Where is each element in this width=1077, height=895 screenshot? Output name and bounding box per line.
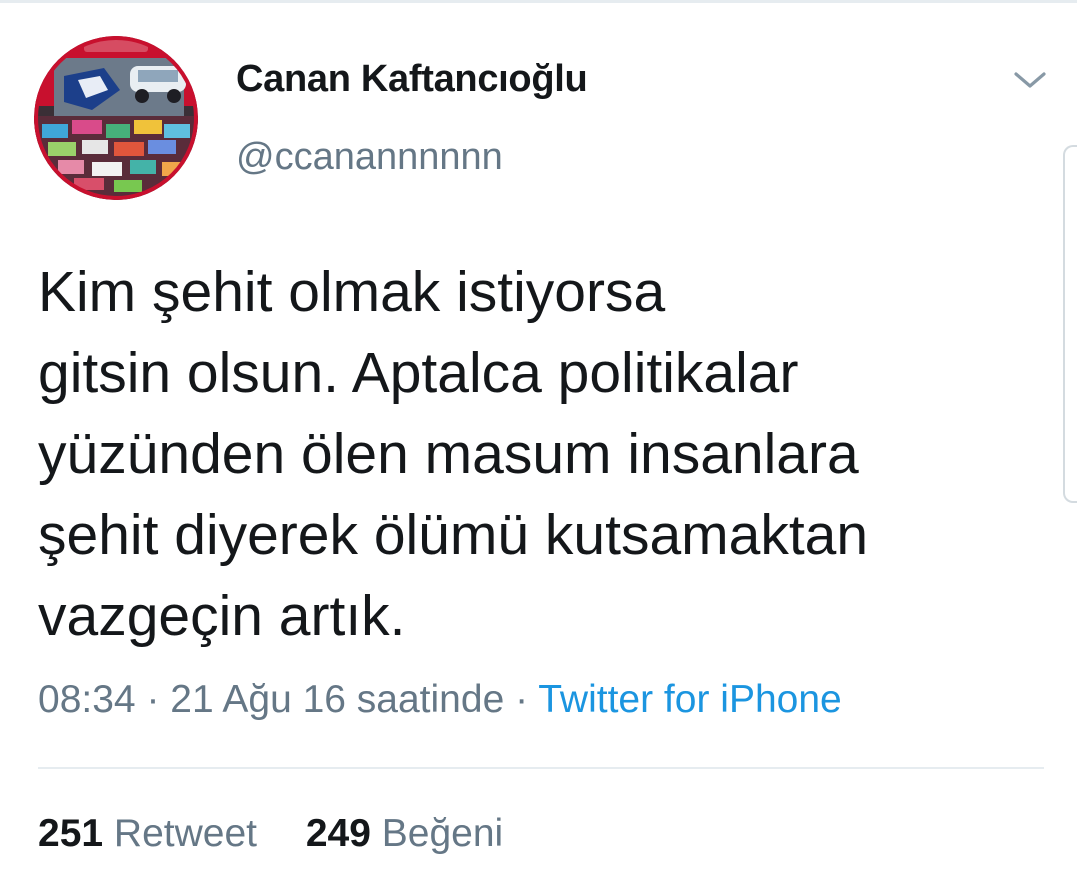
chevron-down-icon bbox=[1014, 72, 1046, 88]
like-label: Beğeni bbox=[381, 812, 504, 855]
tweet-text-line: yüzünden ölen masum insanlara bbox=[38, 422, 859, 486]
tweet-text: Kim şehit olmak istiyorsa gitsin olsun. … bbox=[38, 252, 1038, 657]
tweet-text-line: vazgeçin artık. bbox=[38, 584, 406, 648]
tweet-text-line: gitsin olsun. Aptalca politikalar bbox=[38, 341, 799, 405]
retweet-stat[interactable]: 251 Retweet bbox=[38, 812, 257, 855]
author-handle[interactable]: @ccanannnnnn bbox=[236, 136, 503, 179]
tweet-source-link[interactable]: Twitter for iPhone bbox=[538, 678, 841, 721]
like-count: 249 bbox=[305, 812, 371, 855]
tweet-time[interactable]: 08:34 bbox=[38, 678, 136, 721]
retweet-count: 251 bbox=[38, 812, 104, 855]
meta-separator: · bbox=[146, 678, 160, 721]
tweet-text-line: Kim şehit olmak istiyorsa bbox=[38, 260, 666, 324]
meta-separator: · bbox=[515, 678, 529, 721]
author-display-name[interactable]: Canan Kaftancıoğlu bbox=[236, 58, 588, 101]
retweet-label: Retweet bbox=[113, 812, 257, 855]
tweet-text-line: şehit diyerek ölümü kutsamaktan bbox=[38, 503, 869, 567]
side-panel-edge bbox=[1063, 145, 1077, 503]
tweet-stats: 251 Retweet 249 Beğeni bbox=[38, 812, 541, 856]
tweet-menu-button[interactable] bbox=[1010, 62, 1050, 98]
tweet-meta: 08:34 · 21 Ağu 16 saatinde · Twitter for… bbox=[38, 678, 842, 722]
top-divider bbox=[0, 0, 1077, 3]
tweet-date[interactable]: 21 Ağu 16 saatinde bbox=[170, 678, 504, 721]
like-stat[interactable]: 249 Beğeni bbox=[306, 812, 503, 855]
divider bbox=[38, 767, 1044, 769]
avatar-image bbox=[34, 36, 198, 200]
avatar[interactable] bbox=[34, 36, 198, 200]
